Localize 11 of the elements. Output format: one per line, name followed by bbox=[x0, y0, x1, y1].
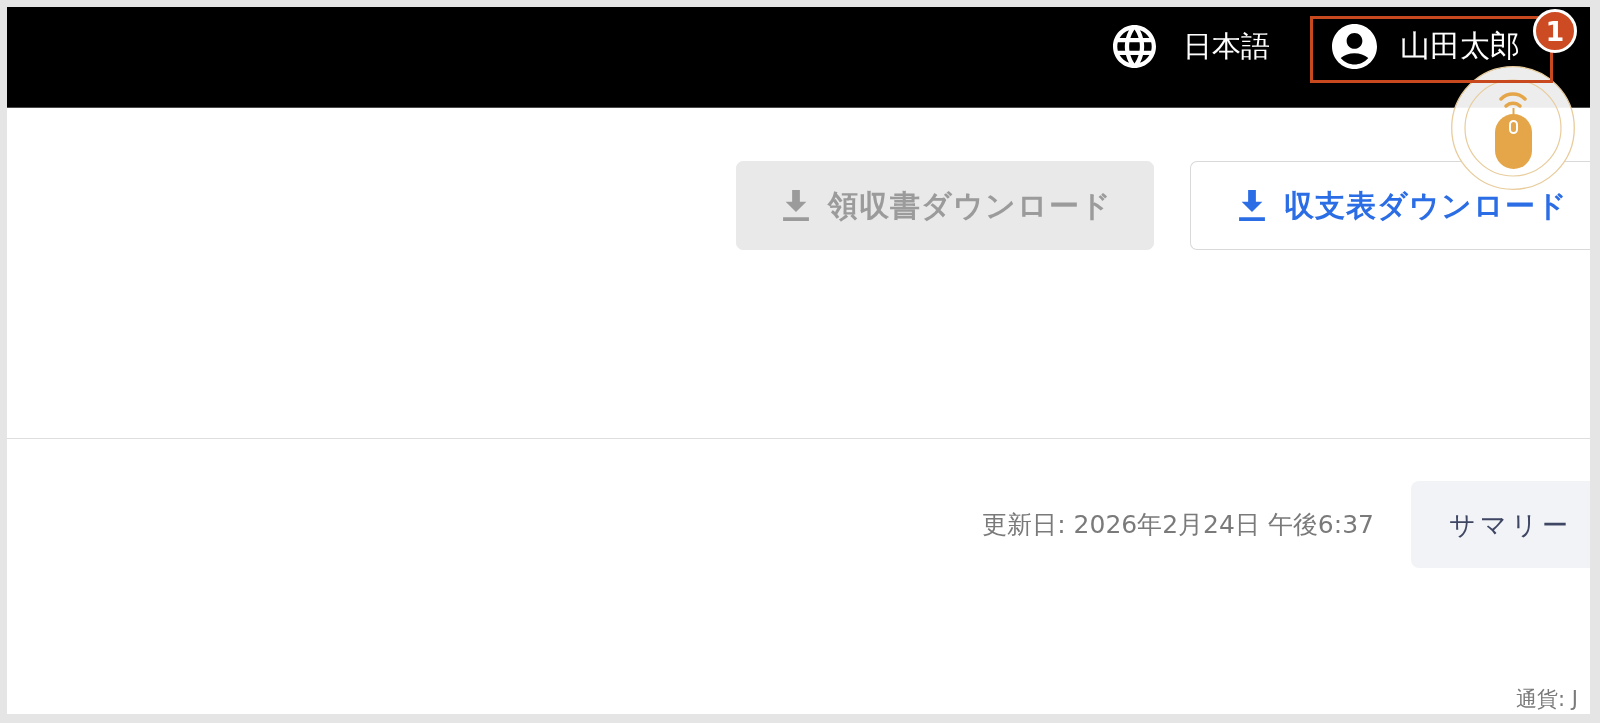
updated-timestamp: 更新日: 2026年2月24日 午後6:37 bbox=[982, 510, 1374, 539]
language-button[interactable]: 日本語 bbox=[1113, 24, 1270, 68]
summary-button[interactable]: サマリー bbox=[1411, 481, 1590, 568]
globe-icon bbox=[1113, 24, 1156, 68]
user-icon bbox=[1332, 23, 1377, 69]
download-icon bbox=[1239, 190, 1265, 221]
user-menu-button[interactable]: 山田太郎 bbox=[1328, 23, 1524, 69]
currency-label: 通貨: J bbox=[1516, 686, 1578, 711]
download-button[interactable]: 収支表ダウンロード bbox=[1190, 161, 1590, 250]
step-badge: 1 bbox=[1533, 9, 1577, 53]
download-icon bbox=[783, 190, 809, 221]
